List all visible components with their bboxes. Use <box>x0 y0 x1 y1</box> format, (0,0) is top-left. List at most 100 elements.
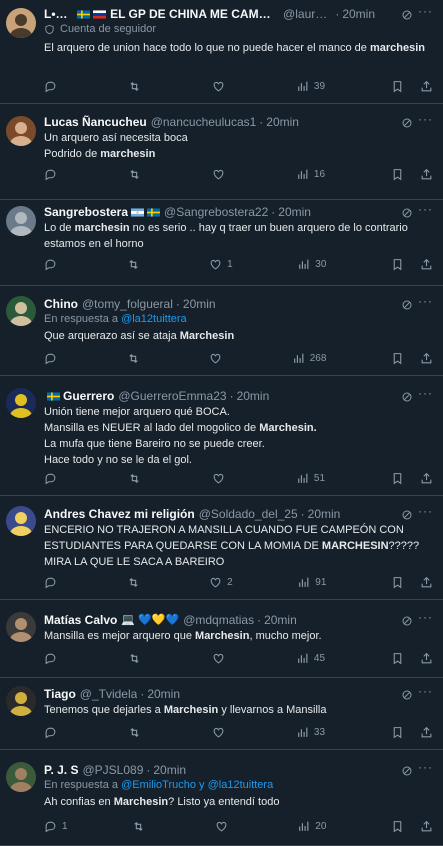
retweet-button[interactable] <box>128 652 146 665</box>
views-button[interactable]: 91 <box>297 576 326 589</box>
views-button[interactable]: 51 <box>296 472 325 485</box>
handle[interactable]: @GuerreroEmma23 <box>118 388 226 404</box>
more-icon[interactable]: ··· <box>418 112 433 126</box>
timestamp[interactable]: 20min <box>278 204 311 220</box>
display-name[interactable]: Tiago <box>44 686 76 702</box>
views-button[interactable]: 30 <box>297 258 326 271</box>
reply-button[interactable] <box>44 576 62 589</box>
handle[interactable]: @lauran... <box>283 6 332 22</box>
more-icon[interactable]: ··· <box>418 504 433 518</box>
tweet[interactable]: Tiago @_Tvidela · 20min ··· Tenemos que dejar… <box>0 678 443 750</box>
reply-button[interactable] <box>44 80 62 93</box>
bookmark-button[interactable] <box>391 472 404 485</box>
more-icon[interactable]: ··· <box>418 386 433 400</box>
tweet[interactable]: Chino @tomy_folgueral · 20min ··· En respuest… <box>0 286 443 376</box>
share-button[interactable] <box>420 168 433 181</box>
tweet[interactable]: Lucas Ñancucheu @nancucheulucas1 · 20min ···… <box>0 104 443 200</box>
more-icon[interactable]: ··· <box>418 294 433 308</box>
retweet-button[interactable] <box>132 820 150 833</box>
views-button[interactable]: 20 <box>297 820 326 833</box>
retweet-button[interactable] <box>128 168 146 181</box>
tweet[interactable]: P. J. S @PJSL089 · 20min ··· En respuesta a @… <box>0 750 443 846</box>
display-name[interactable]: P. J. S <box>44 762 78 778</box>
handle[interactable]: @PJSL089 <box>82 762 143 778</box>
avatar[interactable] <box>6 686 36 716</box>
handle[interactable]: @Soldado_del_25 <box>199 506 298 522</box>
reply-to-link[interactable]: @la12tuittera <box>121 313 187 325</box>
bookmark-button[interactable] <box>391 726 404 739</box>
retweet-button[interactable] <box>128 80 146 93</box>
display-name[interactable]: Sangrebostera <box>44 204 128 220</box>
tweet[interactable]: L•a•u• EL GP DE CHINA ME CAMBIO L...@laur… <box>0 0 443 104</box>
more-icon[interactable]: ··· <box>418 684 433 698</box>
retweet-button[interactable] <box>128 726 146 739</box>
share-button[interactable] <box>420 472 433 485</box>
reply-button[interactable] <box>44 168 62 181</box>
views-button[interactable]: 16 <box>296 168 325 181</box>
like-button[interactable] <box>215 820 233 833</box>
grok-icon[interactable] <box>401 8 413 26</box>
tweet[interactable]: Sangrebostera @Sangrebostera22 · 20min ··· Lo… <box>0 200 443 286</box>
share-button[interactable] <box>420 80 433 93</box>
handle[interactable]: @_Tvidela <box>80 686 138 702</box>
bookmark-button[interactable] <box>391 80 404 93</box>
more-icon[interactable]: ··· <box>418 202 433 216</box>
tweet[interactable]: Andres Chavez mi religión @Soldado_del_25… <box>0 496 443 600</box>
display-name[interactable]: Guerrero <box>63 388 114 404</box>
avatar[interactable] <box>6 506 36 536</box>
retweet-button[interactable] <box>127 576 145 589</box>
reply-button[interactable]: 1 <box>44 820 68 833</box>
timestamp[interactable]: 20min <box>237 388 270 404</box>
handle[interactable]: @tomy_folgueral <box>82 296 173 312</box>
like-button[interactable] <box>209 352 227 365</box>
bookmark-button[interactable] <box>391 576 404 589</box>
more-icon[interactable]: ··· <box>418 4 433 18</box>
avatar[interactable] <box>6 388 36 418</box>
display-name[interactable]: Andres Chavez mi religión <box>44 506 195 522</box>
views-button[interactable]: 45 <box>296 652 325 665</box>
share-button[interactable] <box>420 258 433 271</box>
display-name[interactable]: Lucas Ñancucheu <box>44 114 147 130</box>
avatar[interactable] <box>6 116 36 146</box>
display-name[interactable]: Chino <box>44 296 78 312</box>
timestamp[interactable]: 20min <box>264 612 297 628</box>
tweet[interactable]: Guerrero @GuerreroEmma23 · 20min ··· Unión ti… <box>0 376 443 496</box>
timestamp[interactable]: 20min <box>183 296 216 312</box>
avatar[interactable] <box>6 762 36 792</box>
display-name-suffix[interactable]: EL GP DE CHINA ME CAMBIO L... <box>110 6 279 22</box>
avatar[interactable] <box>6 8 36 38</box>
like-button[interactable] <box>212 726 230 739</box>
reply-button[interactable] <box>44 472 62 485</box>
handle[interactable]: @mdqmatias <box>183 612 254 628</box>
views-button[interactable]: 39 <box>296 80 325 93</box>
like-button[interactable] <box>212 472 230 485</box>
avatar[interactable] <box>6 612 36 642</box>
timestamp[interactable]: 20min <box>153 762 186 778</box>
display-name[interactable]: Matías Calvo <box>44 612 117 628</box>
like-button[interactable]: 1 <box>209 258 233 271</box>
reply-to-link[interactable]: @EmilioTrucho y @la12tuittera <box>121 779 273 791</box>
bookmark-button[interactable] <box>391 352 404 365</box>
more-icon[interactable]: ··· <box>418 760 433 774</box>
avatar[interactable] <box>6 206 36 236</box>
like-button[interactable]: 2 <box>209 576 233 589</box>
bookmark-button[interactable] <box>391 168 404 181</box>
retweet-button[interactable] <box>127 258 145 271</box>
share-button[interactable] <box>420 726 433 739</box>
like-button[interactable] <box>212 652 230 665</box>
bookmark-button[interactable] <box>391 652 404 665</box>
reply-button[interactable] <box>44 652 62 665</box>
views-button[interactable]: 33 <box>296 726 325 739</box>
tweet[interactable]: Matías Calvo 💻 💙💛💙 @mdqmatias · 20min ··· Mans… <box>0 600 443 678</box>
bookmark-button[interactable] <box>391 258 404 271</box>
handle[interactable]: @nancucheulucas1 <box>151 114 257 130</box>
share-button[interactable] <box>420 652 433 665</box>
retweet-button[interactable] <box>127 352 145 365</box>
display-name[interactable]: L•a•u• <box>44 6 74 22</box>
timestamp[interactable]: 20min <box>266 114 299 130</box>
like-button[interactable] <box>212 80 230 93</box>
avatar[interactable] <box>6 296 36 326</box>
handle[interactable]: @Sangrebostera22 <box>164 204 268 220</box>
like-button[interactable] <box>212 168 230 181</box>
timestamp[interactable]: 20min <box>147 686 180 702</box>
